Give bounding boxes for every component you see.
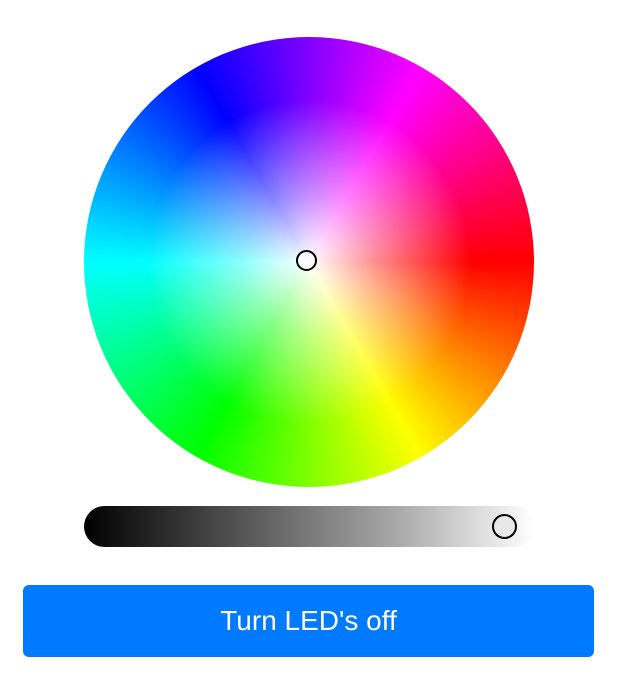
color-wheel-handle[interactable] <box>296 250 317 271</box>
color-picker <box>0 0 617 560</box>
turn-leds-off-button[interactable]: Turn LED's off <box>23 585 594 657</box>
brightness-slider[interactable] <box>84 506 534 547</box>
